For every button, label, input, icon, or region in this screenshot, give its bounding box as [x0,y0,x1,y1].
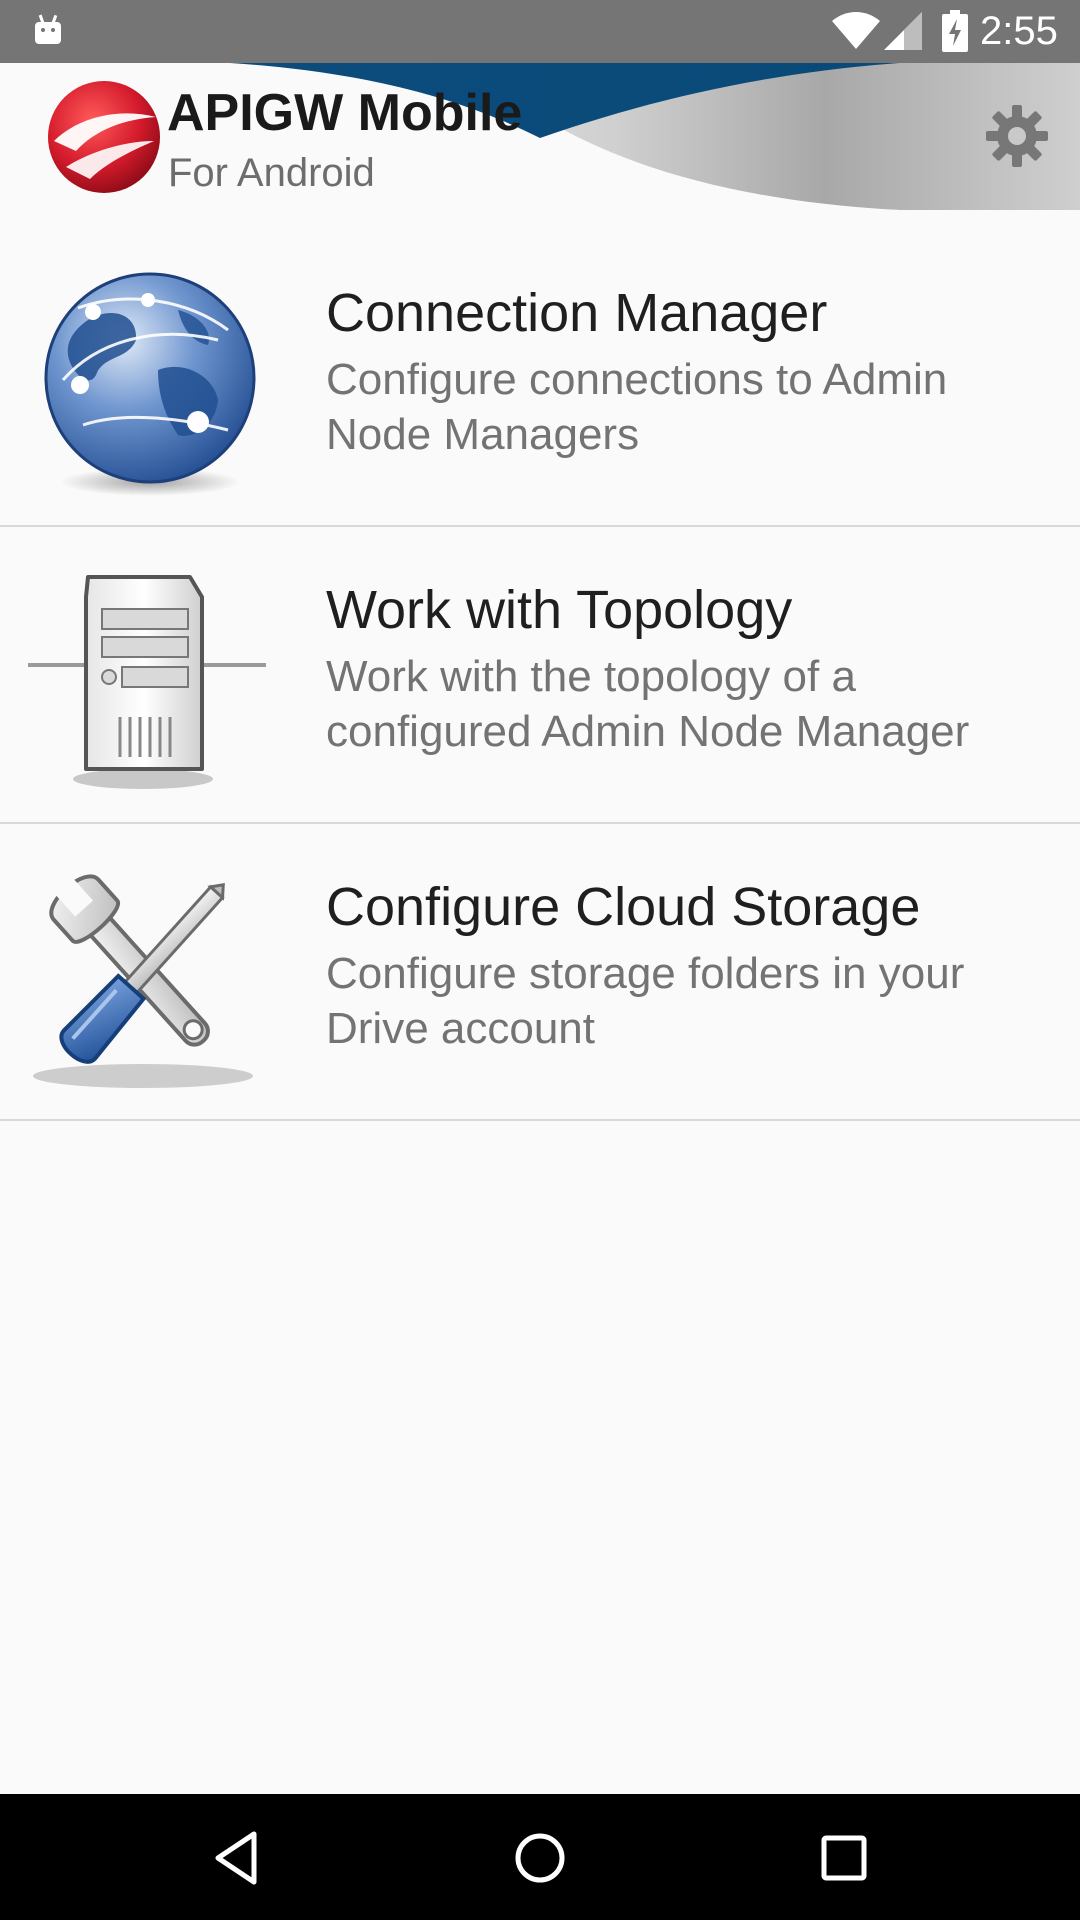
settings-gear-icon[interactable] [984,103,1050,169]
screen: 2:55 APIGW Mobile For Android Connection… [0,0,1080,1920]
menu-item-connection-manager[interactable]: Connection Manager Configure connections… [0,232,1080,527]
menu-item-configure-cloud-storage[interactable]: Configure Cloud Storage Configure storag… [0,826,1080,1121]
globe-icon [44,272,256,496]
item-title: Configure Cloud Storage [326,877,921,937]
menu-item-work-with-topology[interactable]: Work with Topology Work with the topolog… [0,529,1080,824]
server-icon [28,575,266,789]
recent-apps-icon[interactable] [812,1826,876,1890]
home-icon[interactable] [508,1826,572,1890]
app-subtitle: For Android [168,151,375,195]
wrench-screwdriver-icon [33,874,253,1088]
wifi-icon [832,12,880,49]
android-notification-icon [35,14,61,44]
item-title: Connection Manager [326,283,828,343]
item-title: Work with Topology [326,580,793,640]
app-header: APIGW Mobile For Android [0,63,1080,210]
status-clock: 2:55 [980,9,1058,53]
status-bar: 2:55 [0,0,1080,63]
red-sphere-logo-icon [48,81,160,193]
navigation-bar [0,1794,1080,1920]
item-description: Configure storage folders in your Drive … [326,949,965,1053]
item-description: Work with the topology of a configured A… [326,652,970,756]
back-icon[interactable] [204,1826,268,1890]
battery-charging-icon [942,10,968,52]
signal-icon [884,12,922,50]
item-description: Configure connections to Admin Node Mana… [326,355,948,459]
app-title: APIGW Mobile [167,84,523,142]
header-swoosh-graphic [230,63,1080,210]
